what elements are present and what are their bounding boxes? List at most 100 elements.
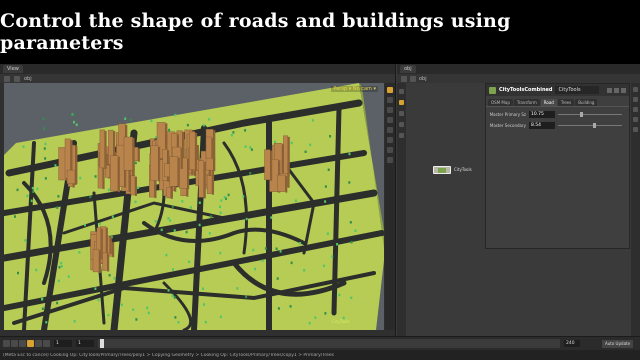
- citytools-node[interactable]: [433, 166, 451, 174]
- pin-icon[interactable]: [633, 87, 638, 92]
- display-flag-icon[interactable]: [399, 100, 404, 105]
- tab-scene-view[interactable]: View: [3, 65, 23, 73]
- building: [198, 160, 206, 199]
- param-slider[interactable]: [558, 123, 622, 128]
- tree: [304, 150, 307, 153]
- tree: [249, 172, 252, 175]
- forward-arrow-icon[interactable]: [14, 75, 20, 82]
- select-tool-icon[interactable]: [387, 87, 393, 93]
- back-arrow-icon[interactable]: [401, 75, 407, 82]
- light-icon[interactable]: [387, 157, 393, 163]
- title-banner: Control the shape of roads and buildings…: [0, 0, 640, 64]
- current-frame-field[interactable]: 1: [54, 340, 72, 347]
- param-slider[interactable]: [558, 112, 622, 117]
- tree: [169, 219, 172, 222]
- param-value-field[interactable]: 8.54: [529, 122, 555, 129]
- auto-update-button[interactable]: Auto Update: [602, 339, 634, 348]
- camera-menu[interactable]: Persp ▾ No cam ▾: [331, 86, 378, 92]
- scale-tool-icon[interactable]: [387, 117, 393, 123]
- building: [130, 175, 137, 196]
- handle-tool-icon[interactable]: [387, 127, 393, 133]
- tree: [208, 232, 211, 235]
- viewer-path[interactable]: obj: [24, 76, 32, 82]
- param-tab-building[interactable]: Building: [575, 99, 598, 106]
- info-icon[interactable]: [621, 87, 626, 93]
- tree: [44, 142, 47, 146]
- timeline-scrubber[interactable]: [98, 339, 560, 348]
- tree: [57, 195, 60, 198]
- tree: [261, 259, 264, 262]
- slider-knob[interactable]: [593, 123, 597, 128]
- rotate-tool-icon[interactable]: [387, 107, 393, 113]
- param-body: Master Primary Sz 10.75 Master Secondary 8.…: [486, 106, 629, 135]
- param-tab-osm-map[interactable]: OSM Map: [488, 99, 513, 106]
- tree: [219, 251, 222, 255]
- timeline-cursor[interactable]: [100, 339, 104, 348]
- network-box-icon[interactable]: [633, 107, 638, 112]
- prev-frame-icon[interactable]: [11, 340, 18, 347]
- tree: [58, 266, 61, 269]
- tree: [324, 200, 327, 203]
- tree: [350, 240, 353, 244]
- tree: [135, 318, 138, 321]
- help-icon[interactable]: [614, 87, 619, 93]
- back-arrow-icon[interactable]: [4, 75, 10, 82]
- building: [66, 169, 77, 185]
- sticky-note-icon[interactable]: [633, 97, 638, 102]
- transform-tool-icon[interactable]: [387, 97, 393, 103]
- houdini-window: View obj Persp ▾ No cam ▾ CityTools obj …: [0, 64, 640, 360]
- node-label: CityTools: [454, 167, 472, 172]
- tree: [44, 177, 47, 180]
- network-tab-bar: obj: [397, 64, 640, 74]
- tree: [186, 123, 189, 127]
- node-type-icon: [489, 86, 496, 94]
- param-tab-trees[interactable]: Trees: [557, 99, 575, 106]
- tree: [168, 128, 171, 132]
- layout-icon[interactable]: [399, 111, 404, 116]
- gear-icon[interactable]: [607, 87, 612, 93]
- end-frame-field[interactable]: 240: [564, 340, 580, 347]
- param-tab-road[interactable]: Road: [540, 99, 557, 106]
- tree: [134, 161, 137, 165]
- tree: [275, 247, 278, 250]
- tree: [160, 228, 163, 232]
- tree: [30, 199, 33, 203]
- start-frame-field[interactable]: 1: [76, 340, 94, 347]
- tree: [324, 185, 327, 188]
- param-value-field[interactable]: 10.75: [529, 111, 555, 118]
- last-frame-icon[interactable]: [43, 340, 50, 347]
- tree: [31, 186, 34, 190]
- node-type-icon: [438, 168, 446, 173]
- slider-knob[interactable]: [580, 112, 584, 117]
- shape-palette-icon[interactable]: [633, 127, 638, 132]
- tree: [270, 216, 273, 219]
- tree: [236, 287, 239, 290]
- camera-icon[interactable]: [387, 147, 393, 153]
- building: [123, 136, 135, 172]
- param-tab-bar: OSM Map Transform Road Trees Building: [486, 96, 629, 106]
- snap-icon[interactable]: [387, 137, 393, 143]
- tree: [167, 217, 170, 220]
- play-icon[interactable]: [27, 340, 34, 347]
- tree-view-icon[interactable]: [399, 133, 404, 138]
- 3d-viewport[interactable]: Persp ▾ No cam ▾ CityTools: [4, 83, 384, 330]
- param-tab-transform[interactable]: Transform: [513, 99, 540, 106]
- tree: [26, 194, 29, 198]
- network-left-toolbar: [397, 83, 406, 336]
- list-icon[interactable]: [399, 122, 404, 127]
- tree: [348, 152, 351, 156]
- node-name-field[interactable]: CityTools: [555, 86, 600, 94]
- tree: [113, 277, 116, 280]
- grid-icon[interactable]: [399, 89, 404, 94]
- tree: [350, 296, 353, 300]
- tree: [75, 123, 78, 126]
- building: [205, 136, 214, 160]
- next-frame-icon[interactable]: [35, 340, 42, 347]
- tree: [245, 295, 248, 299]
- stop-icon[interactable]: [19, 340, 26, 347]
- network-path[interactable]: obj: [419, 76, 427, 82]
- first-frame-icon[interactable]: [3, 340, 10, 347]
- tab-network[interactable]: obj: [400, 65, 416, 73]
- color-palette-icon[interactable]: [633, 117, 638, 122]
- forward-arrow-icon[interactable]: [410, 75, 416, 82]
